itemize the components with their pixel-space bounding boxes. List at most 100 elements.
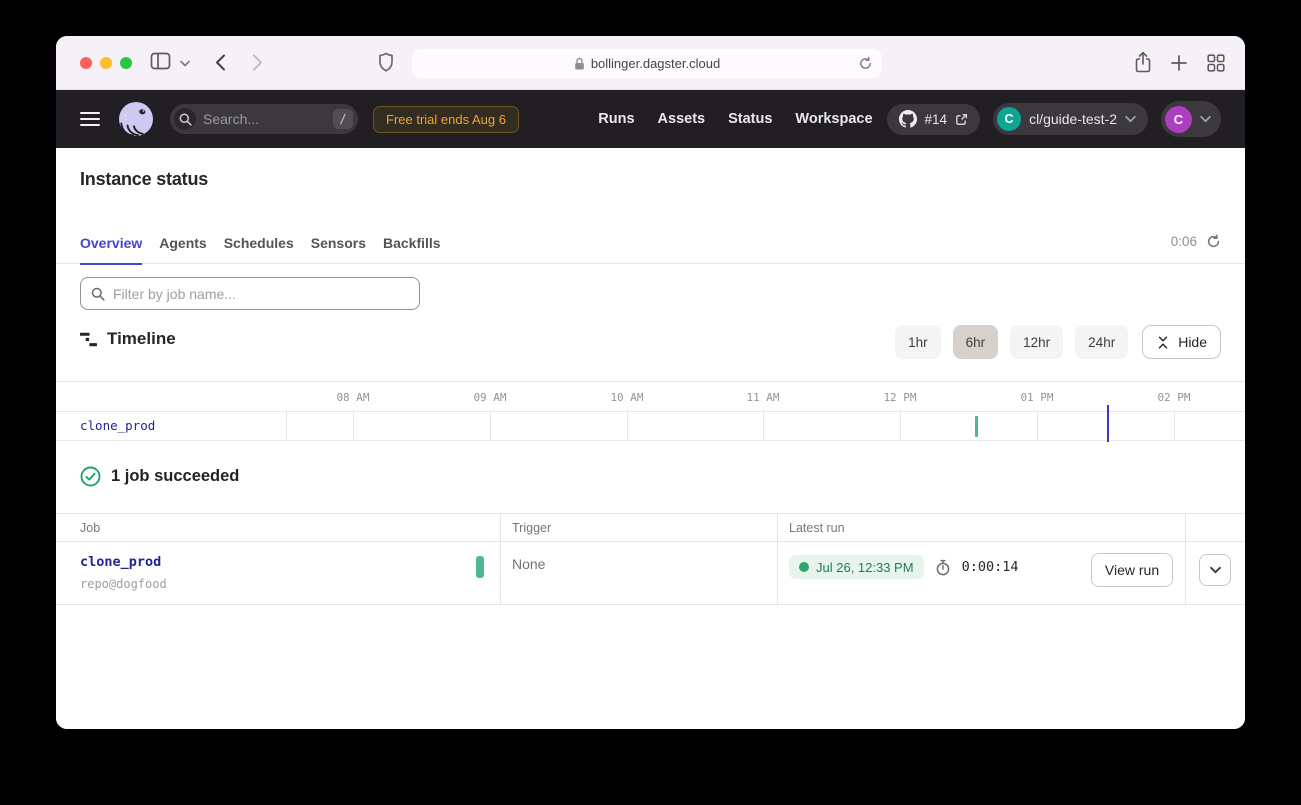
column-divider — [500, 514, 501, 604]
tab-schedules[interactable]: Schedules — [224, 221, 294, 264]
current-time-line — [1107, 405, 1109, 442]
job-status-bar[interactable] — [476, 556, 484, 578]
page-title: Instance status — [80, 169, 208, 190]
nav-link-workspace[interactable]: Workspace — [795, 111, 872, 127]
column-divider — [1185, 514, 1186, 604]
dagster-logo[interactable] — [118, 101, 154, 137]
github-version-button[interactable]: #14 — [887, 104, 981, 135]
job-name-link[interactable]: clone_prod — [80, 554, 161, 570]
forward-chevron-icon — [252, 54, 263, 71]
lane-divider — [286, 412, 287, 440]
run-duration: 0:00:14 — [962, 559, 1019, 575]
close-window-button[interactable] — [80, 57, 92, 69]
github-version-label: #14 — [925, 112, 948, 127]
timeline-title: Timeline — [107, 329, 176, 349]
stopwatch-icon — [935, 559, 951, 576]
global-search-input[interactable] — [203, 111, 333, 127]
expand-row-button[interactable] — [1199, 554, 1231, 586]
tab-backfills[interactable]: Backfills — [383, 221, 441, 264]
zoom-window-button[interactable] — [120, 57, 132, 69]
share-button[interactable] — [1134, 51, 1152, 74]
axis-tick-label: 02 PM — [1157, 391, 1190, 404]
view-run-button[interactable]: View run — [1091, 553, 1173, 587]
axis-tick-label: 09 AM — [473, 391, 506, 404]
sidebar-icon — [150, 52, 171, 71]
column-header-job: Job — [80, 521, 100, 535]
address-bar[interactable]: bollinger.dagster.cloud — [412, 49, 882, 78]
table-bottom-border — [56, 604, 1245, 605]
range-button-12hr[interactable]: 12hr — [1010, 325, 1063, 359]
search-icon — [91, 287, 105, 301]
refresh-countdown: 0:06 — [1171, 234, 1197, 249]
run-status-badge[interactable]: Jul 26, 12:33 PM — [789, 555, 924, 579]
deployment-avatar: C — [997, 107, 1021, 131]
gridline — [1174, 412, 1175, 440]
chevron-down-icon — [1210, 566, 1221, 574]
success-dot-icon — [799, 562, 809, 572]
gridline — [1037, 412, 1038, 440]
range-button-24hr[interactable]: 24hr — [1075, 325, 1128, 359]
nav-link-status[interactable]: Status — [728, 111, 772, 127]
back-button[interactable] — [215, 54, 226, 71]
trial-badge: Free trial ends Aug 6 — [373, 106, 519, 133]
collapse-icon — [1156, 335, 1170, 350]
sidebar-menu-chevron[interactable] — [180, 60, 190, 67]
timeline-lane: clone_prod — [56, 411, 1245, 441]
refresh-icon — [1206, 234, 1221, 249]
axis-tick-label: 10 AM — [610, 391, 643, 404]
nav-link-assets[interactable]: Assets — [658, 111, 706, 127]
external-link-icon — [955, 113, 968, 126]
new-tab-button[interactable] — [1171, 55, 1187, 71]
url-text: bollinger.dagster.cloud — [591, 56, 720, 71]
user-avatar: C — [1165, 106, 1192, 133]
primary-nav: Runs Assets Status Workspace — [598, 111, 872, 127]
column-header-trigger: Trigger — [512, 521, 551, 535]
shield-icon — [378, 52, 394, 73]
gridline — [353, 412, 354, 440]
deployment-switcher[interactable]: C cl/guide-test-2 — [993, 103, 1148, 135]
run-date: Jul 26, 12:33 PM — [816, 560, 914, 575]
timeline-axis: 08 AM 09 AM 10 AM 11 AM 12 PM 01 PM 02 P… — [56, 381, 1245, 411]
minimize-window-button[interactable] — [100, 57, 112, 69]
refresh-meta: 0:06 — [1171, 234, 1221, 249]
jobs-summary: 1 job succeeded — [80, 466, 239, 487]
hide-timeline-button[interactable]: Hide — [1142, 325, 1221, 359]
range-button-1hr[interactable]: 1hr — [895, 325, 941, 359]
timeline-job-label[interactable]: clone_prod — [80, 412, 155, 440]
nav-link-runs[interactable]: Runs — [598, 111, 634, 127]
global-search[interactable]: / — [170, 104, 358, 134]
tab-overview[interactable]: Overview — [80, 221, 142, 264]
chevron-down-icon — [1125, 115, 1136, 123]
tabs-grid-icon — [1207, 54, 1225, 72]
navbar-right: Runs Assets Status Workspace #14 C cl/gu… — [598, 101, 1221, 137]
deployment-name: cl/guide-test-2 — [1029, 111, 1117, 127]
share-icon — [1134, 51, 1152, 74]
axis-tick-label: 01 PM — [1020, 391, 1053, 404]
sidebar-toggle-button[interactable] — [150, 52, 171, 71]
range-button-6hr[interactable]: 6hr — [953, 325, 999, 359]
job-filter[interactable] — [80, 277, 420, 310]
tab-overview-button[interactable] — [1207, 54, 1225, 72]
refresh-button[interactable] — [1206, 234, 1221, 249]
trigger-value: None — [512, 556, 545, 572]
axis-tick-label: 12 PM — [883, 391, 916, 404]
column-header-latest-run: Latest run — [789, 521, 845, 535]
user-menu[interactable]: C — [1161, 101, 1221, 137]
axis-tick-label: 08 AM — [336, 391, 369, 404]
browser-window: bollinger.dagster.cloud — [56, 36, 1245, 729]
timeline-controls: 1hr 6hr 12hr 24hr Hide — [895, 325, 1221, 359]
reload-icon — [858, 56, 873, 71]
privacy-shield-button[interactable] — [378, 52, 394, 73]
gridline — [627, 412, 628, 440]
main-menu-button[interactable] — [80, 112, 100, 126]
tab-sensors[interactable]: Sensors — [311, 221, 366, 264]
gridline — [900, 412, 901, 440]
tab-agents[interactable]: Agents — [159, 221, 206, 264]
forward-button[interactable] — [252, 54, 263, 71]
gridline — [763, 412, 764, 440]
job-filter-input[interactable] — [113, 286, 409, 302]
jobs-table: Job Trigger Latest run clone_prod repo@d… — [56, 513, 1245, 603]
run-success-marker[interactable] — [975, 416, 978, 437]
reload-button[interactable] — [858, 56, 873, 71]
timeline-chart: 08 AM 09 AM 10 AM 11 AM 12 PM 01 PM 02 P… — [56, 381, 1245, 441]
